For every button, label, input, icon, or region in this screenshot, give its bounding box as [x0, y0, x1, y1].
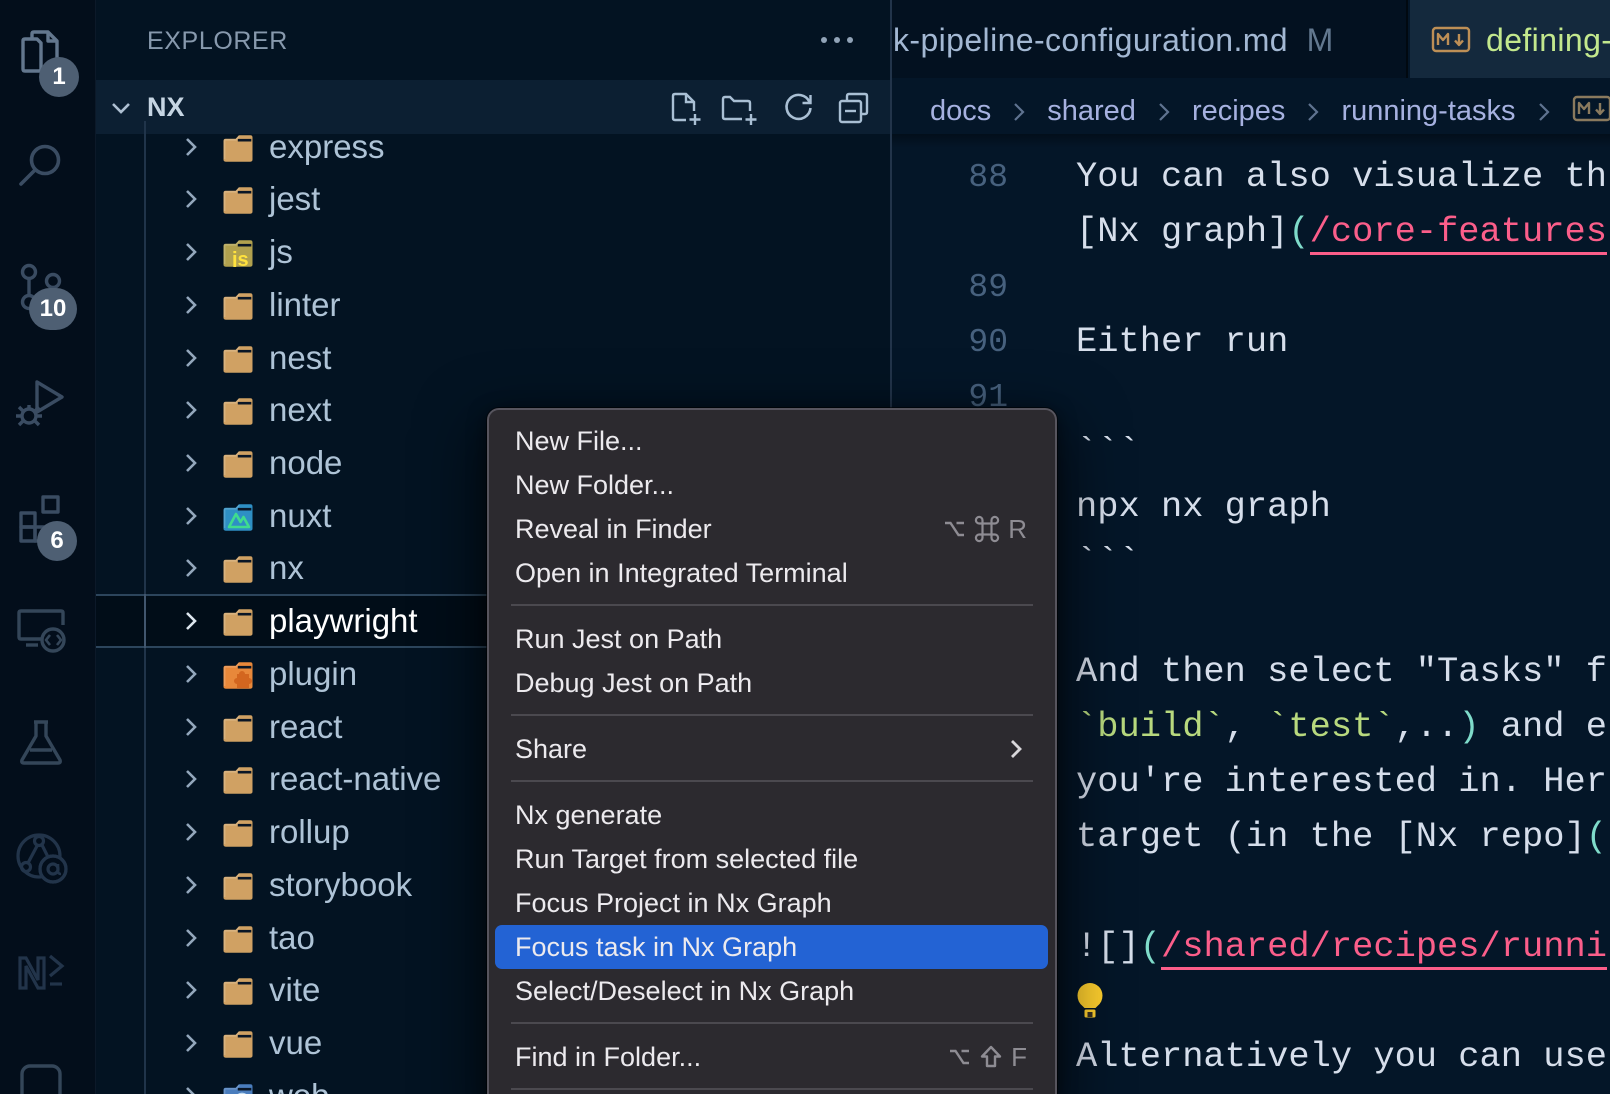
- svg-text:js: js: [231, 249, 249, 267]
